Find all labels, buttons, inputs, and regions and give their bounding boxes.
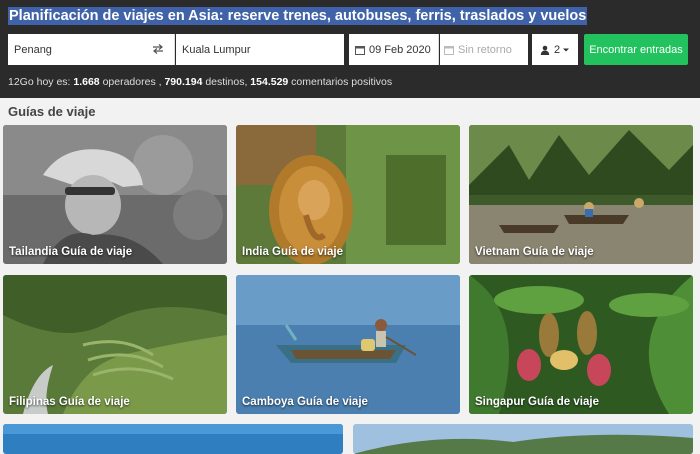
site-stats: 12Go hoy es: 1.668 operadores , 790.194 … [8, 76, 393, 88]
guide-card-partial[interactable] [3, 424, 343, 454]
return-date-field[interactable]: Sin retorno [440, 34, 528, 65]
departure-date-value: 09 Feb 2020 [369, 43, 431, 56]
destination-input[interactable]: Kuala Lumpur [176, 34, 344, 65]
origin-value: Penang [14, 43, 52, 56]
guide-card-india[interactable]: India Guía de viaje [236, 125, 460, 264]
page-title: Planificación de viajes en Asia: reserve… [8, 7, 588, 25]
passengers-value: 2 [553, 43, 561, 56]
search-hero: Planificación de viajes en Asia: reserve… [0, 0, 700, 98]
india-photo [236, 125, 460, 264]
guide-card-vietnam[interactable]: Vietnam Guía de viaje [469, 125, 693, 264]
guide-card-singapore[interactable]: Singapur Guía de viaje [469, 275, 693, 414]
operators-count: 1.668 [73, 76, 100, 88]
guide-photo [3, 424, 343, 454]
singapore-photo [469, 275, 693, 414]
guide-card-label: Singapur Guía de viaje [475, 396, 599, 408]
guide-card-label: Camboya Guía de viaje [242, 396, 368, 408]
philippines-photo [3, 275, 227, 414]
guide-card-label: Filipinas Guía de viaje [9, 396, 130, 408]
guide-card-label: India Guía de viaje [242, 246, 343, 258]
caret-down-icon [563, 48, 570, 51]
destinations-count: 790.194 [164, 76, 203, 88]
guide-card-philippines[interactable]: Filipinas Guía de viaje [3, 275, 227, 414]
destination-value: Kuala Lumpur [182, 43, 251, 56]
guide-card-cambodia[interactable]: Camboya Guía de viaje [236, 275, 460, 414]
guide-card-label: Vietnam Guía de viaje [475, 246, 594, 258]
departure-date-field[interactable]: 09 Feb 2020 [349, 34, 439, 65]
thailand-photo [3, 125, 227, 264]
guide-photo [353, 424, 693, 454]
guide-card-label: Tailandia Guía de viaje [9, 246, 133, 258]
calendar-icon [444, 45, 454, 55]
passengers-selector[interactable]: 2 [532, 34, 578, 65]
guide-card-partial[interactable] [353, 424, 693, 454]
origin-input[interactable]: Penang [8, 34, 175, 65]
vietnam-photo [469, 125, 693, 264]
swap-icon[interactable] [152, 43, 164, 55]
reviews-count: 154.529 [250, 76, 289, 88]
return-date-placeholder: Sin retorno [458, 43, 512, 56]
find-tickets-button[interactable]: Encontrar entradas [584, 34, 688, 65]
travel-guides-heading: Guías de viaje [8, 104, 96, 119]
cambodia-photo [236, 275, 460, 414]
user-icon [540, 45, 550, 55]
calendar-icon [355, 45, 365, 55]
guide-card-thailand[interactable]: Tailandia Guía de viaje [3, 125, 227, 264]
